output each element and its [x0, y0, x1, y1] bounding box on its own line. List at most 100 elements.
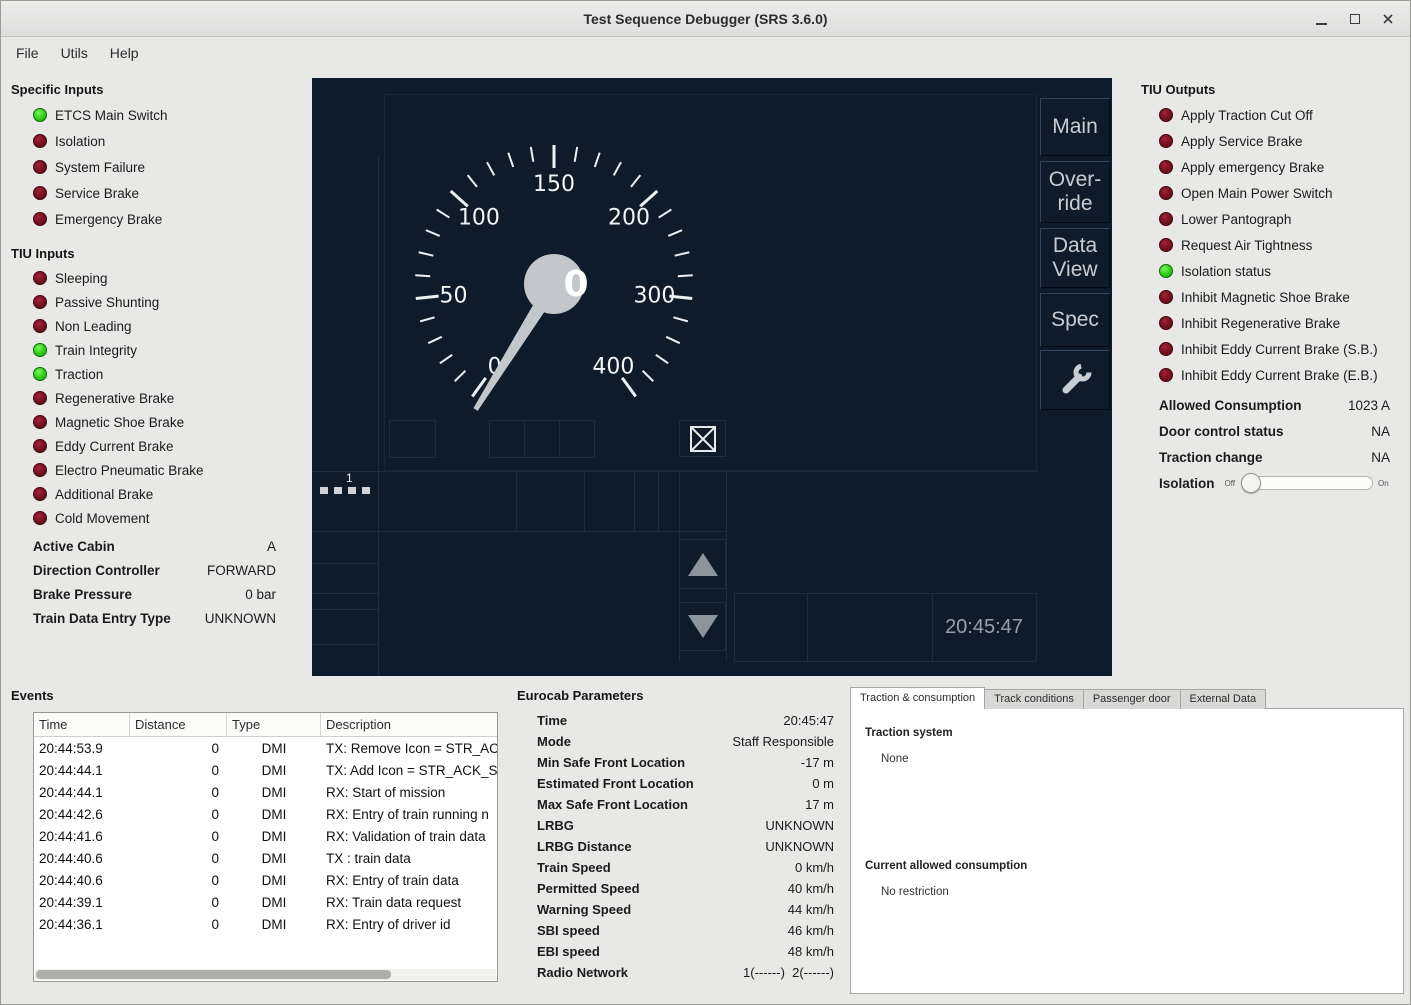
specific-input-row[interactable]: System Failure	[11, 154, 297, 180]
dmi-button-spec[interactable]: Spec	[1040, 293, 1110, 347]
dmi-button-data-view[interactable]: Data View	[1040, 228, 1110, 288]
param-label: SBI speed	[537, 923, 600, 938]
tiu-input-row[interactable]: Passive Shunting	[11, 290, 297, 314]
close-button[interactable]	[1371, 5, 1404, 33]
scroll-up-button[interactable]	[679, 539, 726, 589]
event-row[interactable]: 20:44:40.6 0 DMI RX: Entry of train data	[34, 869, 497, 891]
tab[interactable]: Traction & consumption	[850, 687, 985, 709]
led-indicator[interactable]	[33, 439, 47, 453]
param-label: Train Speed	[537, 860, 611, 875]
field-label: Direction Controller	[33, 563, 160, 578]
field-value: A	[267, 539, 276, 554]
output-label: Request Air Tightness	[1181, 238, 1312, 253]
led-indicator[interactable]	[33, 511, 47, 525]
specific-input-row[interactable]: Emergency Brake	[11, 206, 297, 232]
input-label: Sleeping	[55, 271, 108, 286]
param-label: Estimated Front Location	[537, 776, 694, 791]
led-indicator[interactable]	[33, 487, 47, 501]
menu-item[interactable]: Help	[99, 41, 150, 65]
column-header-type[interactable]: Type	[227, 713, 321, 736]
led-indicator[interactable]	[33, 295, 47, 309]
led-indicator[interactable]	[33, 367, 47, 381]
led-indicator[interactable]	[33, 343, 47, 357]
menu-item[interactable]: File	[5, 41, 50, 65]
tiu-input-row[interactable]: Magnetic Shoe Brake	[11, 410, 297, 434]
output-label: Lower Pantograph	[1181, 212, 1291, 227]
level-square	[334, 487, 342, 494]
close-icon	[1382, 13, 1394, 25]
tiu-input-row[interactable]: Electro Pneumatic Brake	[11, 458, 297, 482]
column-header-description[interactable]: Description	[321, 713, 497, 736]
led-indicator	[1159, 212, 1173, 226]
minimize-button[interactable]	[1305, 5, 1338, 33]
event-row[interactable]: 20:44:44.1 0 DMI RX: Start of mission	[34, 781, 497, 803]
led-indicator[interactable]	[33, 271, 47, 285]
column-header-distance[interactable]: Distance	[130, 713, 227, 736]
dmi-button-override[interactable]: Over- ride	[1040, 161, 1110, 223]
tiu-input-row[interactable]: Traction	[11, 362, 297, 386]
tiu-input-row[interactable]: Non Leading	[11, 314, 297, 338]
specific-input-row[interactable]: Isolation	[11, 128, 297, 154]
input-label: Train Integrity	[55, 343, 137, 358]
input-label: System Failure	[55, 160, 145, 175]
event-row[interactable]: 20:44:44.1 0 DMI TX: Add Icon = STR_ACK_…	[34, 759, 497, 781]
param-row: Min Safe Front Location -17 m	[537, 752, 834, 773]
isolation-slider[interactable]	[1241, 472, 1373, 494]
param-value: UNKNOWN	[765, 839, 834, 854]
led-indicator[interactable]	[33, 463, 47, 477]
input-label: Service Brake	[55, 186, 139, 201]
dmi-button-settings[interactable]	[1040, 350, 1110, 410]
isolation-control: Isolation Off On	[1159, 470, 1403, 496]
output-label: Apply Traction Cut Off	[1181, 108, 1313, 123]
event-row[interactable]: 20:44:40.6 0 DMI TX : train data	[34, 847, 497, 869]
event-type: DMI	[227, 803, 321, 825]
tab[interactable]: Passenger door	[1083, 689, 1181, 709]
tiu-input-row[interactable]: Sleeping	[11, 266, 297, 290]
led-indicator[interactable]	[33, 391, 47, 405]
led-indicator[interactable]	[33, 415, 47, 429]
led-indicator[interactable]	[33, 186, 47, 200]
param-row: SBI speed 46 km/h	[537, 920, 834, 941]
menu-item[interactable]: Utils	[50, 41, 99, 65]
tiu-input-row[interactable]: Additional Brake	[11, 482, 297, 506]
event-time: 20:44:40.6	[34, 869, 130, 891]
param-row: Permitted Speed 40 km/h	[537, 878, 834, 899]
led-indicator[interactable]	[33, 319, 47, 333]
event-distance: 0	[130, 913, 227, 935]
scrollbar-thumb[interactable]	[36, 970, 391, 979]
tab[interactable]: Track conditions	[984, 689, 1084, 709]
tiu-input-row[interactable]: Eddy Current Brake	[11, 434, 297, 458]
specific-input-row[interactable]: ETCS Main Switch	[11, 102, 297, 128]
param-row: LRBG UNKNOWN	[537, 815, 834, 836]
led-indicator	[1159, 134, 1173, 148]
event-row[interactable]: 20:44:39.1 0 DMI RX: Train data request	[34, 891, 497, 913]
event-row[interactable]: 20:44:36.1 0 DMI RX: Entry of driver id	[34, 913, 497, 935]
led-indicator[interactable]	[33, 134, 47, 148]
slider-knob[interactable]	[1241, 473, 1261, 493]
isolation-label: Isolation	[1159, 476, 1215, 491]
dmi-button-main[interactable]: Main	[1040, 98, 1110, 156]
event-time: 20:44:42.6	[34, 803, 130, 825]
event-row[interactable]: 20:44:41.6 0 DMI RX: Validation of train…	[34, 825, 497, 847]
specific-input-row[interactable]: Service Brake	[11, 180, 297, 206]
led-indicator[interactable]	[33, 108, 47, 122]
led-indicator	[1159, 186, 1173, 200]
titlebar[interactable]: Test Sequence Debugger (SRS 3.6.0)	[1, 1, 1410, 37]
param-row: Radio Network 1(------) 2(------)	[537, 962, 834, 983]
tiu-input-row[interactable]: Regenerative Brake	[11, 386, 297, 410]
tiu-input-row[interactable]: Train Integrity	[11, 338, 297, 362]
param-value: UNKNOWN	[765, 818, 834, 833]
event-row[interactable]: 20:44:53.9 0 DMI TX: Remove Icon = STR_A…	[34, 737, 497, 759]
led-indicator[interactable]	[33, 160, 47, 174]
event-row[interactable]: 20:44:42.6 0 DMI RX: Entry of train runn…	[34, 803, 497, 825]
event-description: RX: Entry of train running n	[321, 803, 497, 825]
led-indicator[interactable]	[33, 212, 47, 226]
scroll-down-button[interactable]	[679, 602, 726, 651]
field-value: FORWARD	[207, 563, 276, 578]
maximize-button[interactable]	[1338, 5, 1371, 33]
horizontal-scrollbar[interactable]	[35, 969, 496, 980]
column-header-time[interactable]: Time	[34, 713, 130, 736]
tab[interactable]: External Data	[1180, 689, 1267, 709]
event-distance: 0	[130, 869, 227, 891]
tiu-input-row[interactable]: Cold Movement	[11, 506, 297, 530]
